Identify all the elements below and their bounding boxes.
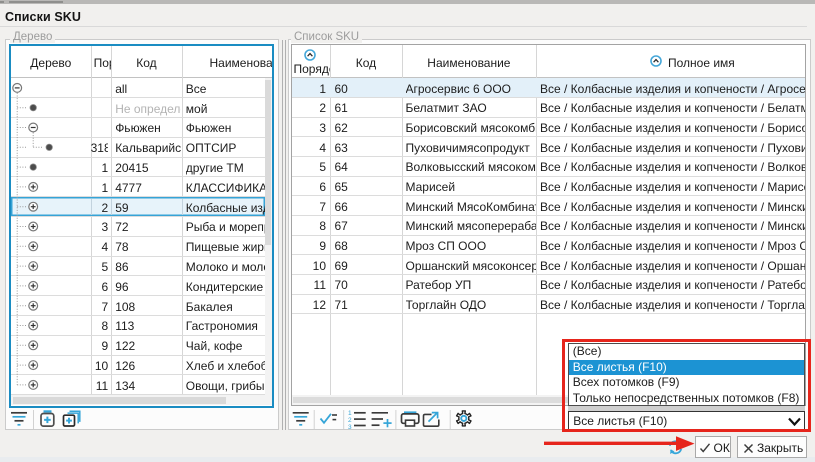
svg-text:2: 2 (348, 417, 352, 424)
svg-text:3: 3 (348, 424, 352, 431)
svg-text:1: 1 (348, 410, 352, 417)
